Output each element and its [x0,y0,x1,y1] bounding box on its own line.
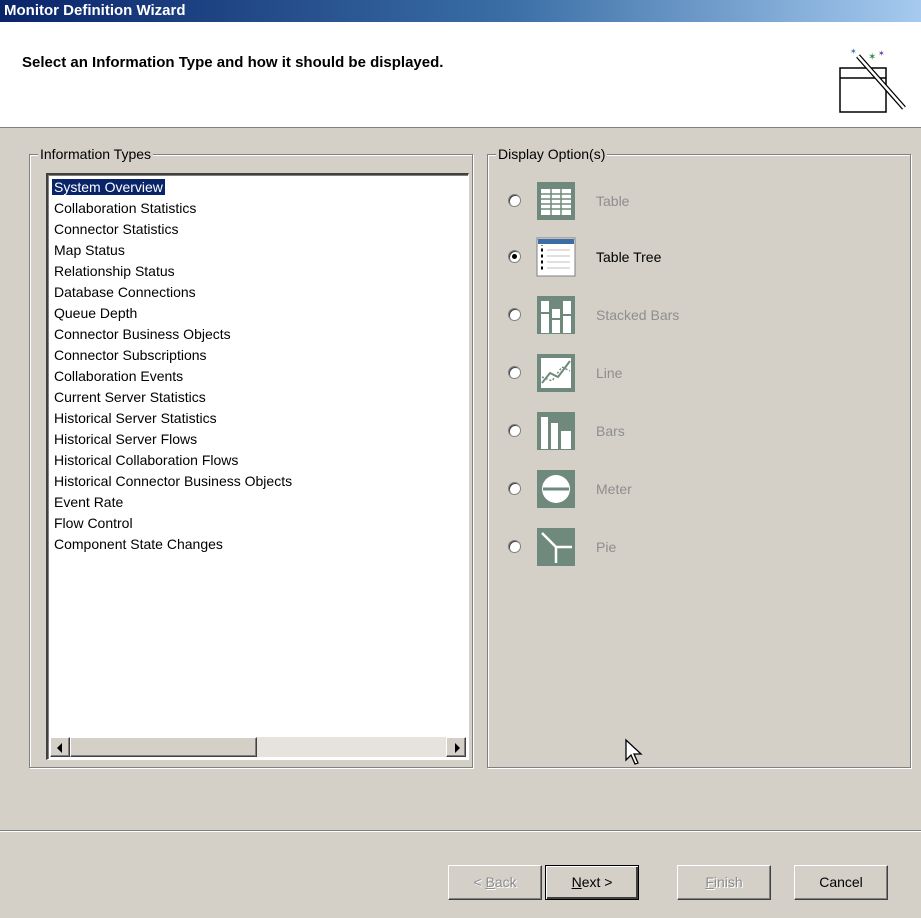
information-types-label: Information Types [38,146,154,162]
svg-text:✶: ✶ [878,49,885,58]
list-item[interactable]: Current Server Statistics [50,387,466,408]
list-item[interactable]: System Overview [50,177,466,198]
list-item[interactable]: Historical Server Flows [50,429,466,450]
display-option-bars[interactable]: Bars [508,411,888,451]
bars-icon [537,412,575,450]
back-button[interactable]: < Back [448,865,542,900]
list-item-label: Collaboration Events [54,368,184,384]
cancel-button[interactable]: Cancel [794,865,888,900]
list-item-label: Historical Server Flows [54,431,198,447]
display-option-label: Table [596,193,630,209]
next-button[interactable]: Next > [545,865,639,900]
stacked-bars-icon [537,296,575,334]
finish-button[interactable]: Finish [677,865,771,900]
radio-button[interactable] [508,424,521,437]
pie-icon [537,528,575,566]
list-item-label: Event Rate [54,494,124,510]
list-item[interactable]: Event Rate [50,492,466,513]
list-item-label: Historical Collaboration Flows [54,452,239,468]
information-types-group: Information Types System Overview Collabo… [29,146,473,768]
list-item-label: Connector Statistics [54,221,179,237]
radio-button[interactable] [508,308,521,321]
list-item[interactable]: Connector Statistics [50,219,466,240]
list-item[interactable]: Relationship Status [50,261,466,282]
window-title: Monitor Definition Wizard [0,0,921,22]
list-item[interactable]: Flow Control [50,513,466,534]
list-item[interactable]: Historical Connector Business Objects [50,471,466,492]
list-item-label: Flow Control [54,515,133,531]
display-option-label: Bars [596,423,625,439]
list-item[interactable]: Historical Collaboration Flows [50,450,466,471]
display-option-label: Table Tree [596,249,662,265]
list-item-label: System Overview [51,178,166,196]
list-item-label: Queue Depth [54,305,138,321]
list-item[interactable]: Collaboration Events [50,366,466,387]
display-options-label: Display Option(s) [496,146,608,162]
svg-text:✶: ✶ [850,47,857,56]
display-option-line[interactable]: Line [508,353,888,393]
wizard-header: Select an Information Type and how it sh… [0,22,921,128]
radio-button[interactable] [508,194,521,207]
scroll-right-button[interactable] [446,737,466,757]
information-types-list[interactable]: System Overview Collaboration Statistics C… [46,173,469,760]
list-item[interactable]: Connector Subscriptions [50,345,466,366]
list-item[interactable]: Queue Depth [50,303,466,324]
list-item-label: Current Server Statistics [54,389,206,405]
display-option-label: Meter [596,481,632,497]
list-item-label: Historical Server Statistics [54,410,217,426]
radio-button[interactable] [508,482,521,495]
scrollbar-thumb[interactable] [70,737,257,757]
line-chart-icon [537,354,575,392]
list-item-label: Relationship Status [54,263,175,279]
display-option-label: Pie [596,539,617,555]
list-item-label: Database Connections [54,284,196,300]
list-item-label: Historical Connector Business Objects [54,473,293,489]
list-item[interactable]: Component State Changes [50,534,466,555]
display-option-table-tree[interactable]: Table Tree [508,237,888,277]
display-option-pie[interactable]: Pie [508,527,888,567]
display-options-group: Display Option(s) Table Table Tree Stack… [487,146,911,768]
list-item[interactable]: Collaboration Statistics [50,198,466,219]
scroll-left-button[interactable] [50,737,70,757]
list-item-label: Map Status [54,242,125,258]
arrow-left-icon [57,743,62,753]
list-item-label: Component State Changes [54,536,223,552]
table-icon [537,182,575,220]
display-option-label: Line [596,365,623,381]
horizontal-scrollbar[interactable] [50,737,466,757]
table-tree-icon [536,237,576,277]
wizard-wand-icon: ✶ ✶ ✶ [839,47,906,113]
radio-button[interactable] [508,540,521,553]
page-subtitle: Select an Information Type and how it sh… [22,54,444,71]
display-option-table[interactable]: Table [508,181,888,221]
mouse-cursor-icon [625,738,643,765]
list-item-label: Connector Business Objects [54,326,231,342]
radio-button[interactable] [508,366,521,379]
list-item[interactable]: Historical Server Statistics [50,408,466,429]
svg-text:✶: ✶ [868,52,876,63]
arrow-right-icon [455,743,460,753]
list-item[interactable]: Connector Business Objects [50,324,466,345]
meter-icon [537,470,575,508]
list-item-label: Connector Subscriptions [54,347,207,363]
button-separator [0,830,921,832]
display-option-stacked-bars[interactable]: Stacked Bars [508,295,888,335]
display-option-meter[interactable]: Meter [508,469,888,509]
list-item[interactable]: Database Connections [50,282,466,303]
display-option-label: Stacked Bars [596,307,680,323]
radio-button[interactable] [508,250,521,263]
list-item-label: Collaboration Statistics [54,200,197,216]
list-item[interactable]: Map Status [50,240,466,261]
